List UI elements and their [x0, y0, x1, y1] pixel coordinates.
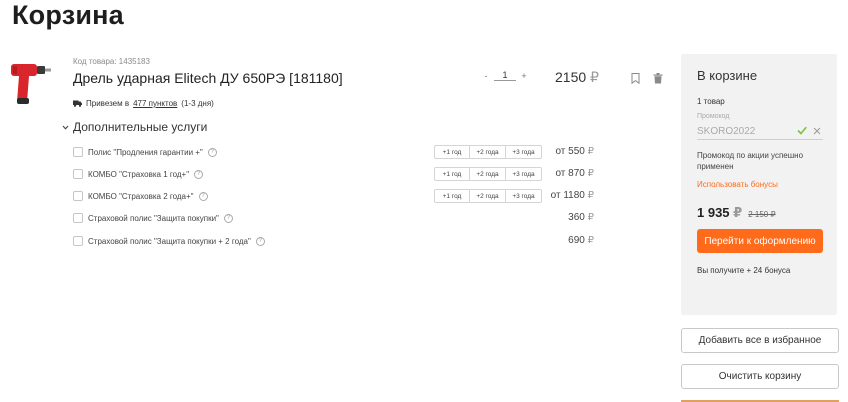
service-checkbox[interactable]	[73, 236, 83, 246]
service-price: от 870 ₽	[555, 168, 594, 179]
year-selector: +1 год +2 года +3 года	[434, 189, 542, 203]
qty-plus-button[interactable]: +	[519, 71, 529, 81]
total-value: 1 935	[697, 205, 730, 220]
service-label: Страховой полис "Защита покупки + 2 года…	[88, 236, 251, 246]
service-price-value: 690	[568, 235, 585, 246]
service-label: КОМБО "Страховка 1 год+"	[88, 169, 190, 179]
help-icon[interactable]: ?	[223, 213, 233, 223]
currency-symbol: ₽	[587, 146, 594, 157]
delivery-points-link[interactable]: 477 пунктов	[133, 99, 177, 108]
help-icon[interactable]: ?	[194, 169, 204, 179]
service-row: КОМБО "Страховка 1 год+" ?	[73, 167, 204, 181]
currency-symbol: ₽	[587, 235, 594, 246]
service-checkbox[interactable]	[73, 213, 83, 223]
service-price: 360 ₽	[568, 212, 594, 223]
service-row: Полис "Продления гарантии +" ?	[73, 145, 217, 159]
product-sku: Код товара: 1435183	[73, 57, 150, 66]
year-option[interactable]: +3 года	[506, 145, 542, 159]
help-icon[interactable]: ?	[198, 191, 208, 201]
year-option[interactable]: +3 года	[506, 189, 542, 203]
product-price-value: 2150	[555, 69, 587, 85]
year-option[interactable]: +2 года	[470, 167, 506, 181]
year-option[interactable]: +1 год	[434, 145, 470, 159]
currency-symbol: ₽	[590, 69, 599, 85]
services-toggle[interactable]: Дополнительные услуги	[62, 120, 207, 134]
service-checkbox[interactable]	[73, 191, 83, 201]
help-icon[interactable]: ?	[255, 236, 265, 246]
year-option[interactable]: +3 года	[506, 167, 542, 181]
currency-symbol: ₽	[770, 210, 776, 219]
close-icon[interactable]	[813, 127, 821, 135]
chevron-down-icon	[62, 125, 69, 130]
year-selector: +1 год +2 года +3 года	[434, 145, 542, 159]
service-price-value: от 870	[555, 168, 585, 179]
service-price-value: от 550	[555, 146, 585, 157]
service-checkbox[interactable]	[73, 147, 83, 157]
product-name[interactable]: Дрель ударная Elitech ДУ 650РЭ [181180]	[73, 70, 343, 86]
service-price: от 1180 ₽	[551, 190, 594, 201]
currency-symbol: ₽	[587, 212, 594, 223]
summary-title: В корзине	[697, 68, 758, 83]
service-price: от 550 ₽	[555, 146, 594, 157]
year-option[interactable]: +2 года	[470, 145, 506, 159]
qty-input[interactable]: 1	[494, 70, 516, 81]
use-bonuses-link[interactable]: Использовать бонусы	[697, 180, 778, 189]
bookmark-icon[interactable]	[631, 73, 640, 84]
summary-item-count: 1 товар	[697, 97, 725, 106]
page-title: Корзина	[12, 0, 124, 30]
clear-cart-button[interactable]: Очистить корзину	[681, 364, 839, 389]
check-icon	[797, 126, 807, 135]
service-price: 690 ₽	[568, 235, 594, 246]
year-selector: +1 год +2 года +3 года	[434, 167, 542, 181]
old-total: 2 150 ₽	[748, 210, 775, 219]
product-price: 2150 ₽	[555, 69, 599, 86]
cart-summary-panel: В корзине 1 товар Промокод SKORO2022 Про…	[681, 54, 837, 315]
service-row: КОМБО "Страховка 2 года+" ?	[73, 189, 208, 203]
service-row: Страховой полис "Защита покупки + 2 года…	[73, 234, 265, 248]
delivery-time: (1-3 дня)	[181, 99, 214, 108]
summary-total: 1 935 ₽ 2 150 ₽	[697, 205, 776, 221]
service-price-value: от 1180	[550, 190, 585, 201]
help-icon[interactable]: ?	[207, 147, 217, 157]
currency-symbol: ₽	[587, 190, 594, 201]
add-all-to-favorites-button[interactable]: Добавить все в избранное	[681, 328, 839, 353]
delivery-prefix: Привезем в	[86, 99, 130, 108]
bonus-earn-text: Вы получите + 24 бонуса	[697, 266, 791, 275]
services-heading: Дополнительные услуги	[73, 120, 208, 134]
currency-symbol: ₽	[587, 168, 594, 179]
quantity-stepper: - 1 +	[481, 70, 529, 81]
service-price-value: 360	[568, 212, 585, 223]
truck-icon	[73, 100, 82, 107]
year-option[interactable]: +2 года	[470, 189, 506, 203]
promo-success-note: Промокод по акции успешно применен	[697, 151, 804, 171]
service-label: КОМБО "Страховка 2 года+"	[88, 191, 194, 201]
old-total-value: 2 150	[748, 210, 769, 219]
currency-symbol: ₽	[733, 205, 743, 220]
year-option[interactable]: +1 год	[434, 189, 470, 203]
promo-label: Промокод	[697, 113, 730, 120]
service-label: Страховой полис "Защита покупки"	[88, 213, 219, 223]
trash-icon[interactable]	[653, 73, 663, 84]
service-checkbox[interactable]	[73, 169, 83, 179]
qty-minus-button[interactable]: -	[481, 71, 491, 81]
service-label: Полис "Продления гарантии +"	[88, 147, 203, 157]
drill-image[interactable]	[9, 58, 51, 108]
checkout-button[interactable]: Перейти к оформлению	[697, 229, 823, 253]
service-row: Страховой полис "Защита покупки" ?	[73, 211, 233, 225]
year-option[interactable]: +1 год	[434, 167, 470, 181]
delivery-info: Привезем в 477 пунктов (1-3 дня)	[73, 99, 214, 108]
